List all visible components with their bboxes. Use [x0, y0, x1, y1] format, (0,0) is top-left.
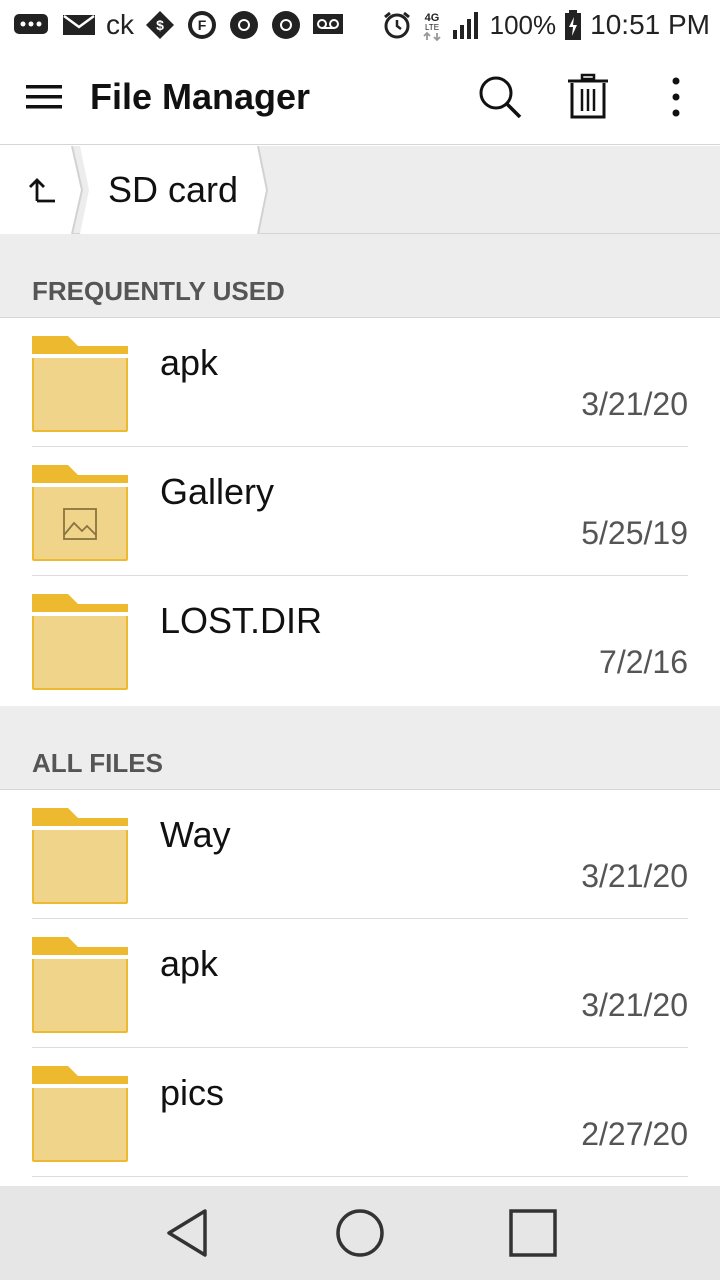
recents-button[interactable]: [483, 1186, 583, 1280]
svg-text:F: F: [198, 17, 207, 33]
search-button[interactable]: [456, 50, 544, 145]
file-date: 7/2/16: [599, 644, 688, 680]
chrome-icon: [270, 9, 302, 41]
svg-text:$: $: [156, 17, 164, 33]
folder-icon: [32, 808, 128, 904]
divider: [32, 1176, 688, 1177]
breadcrumb-current[interactable]: SD card: [108, 146, 238, 234]
back-icon: [166, 1209, 207, 1257]
file-name: Way: [160, 814, 231, 855]
message-icon: [12, 11, 52, 39]
svg-text:LTE: LTE: [425, 23, 439, 32]
file-name: apk: [160, 342, 219, 383]
app-bar: File Manager: [0, 50, 720, 145]
home-button[interactable]: [310, 1186, 410, 1280]
all-files-list: Way 3/21/20 apk 3/21/20 pics 2/27/20: [0, 790, 720, 1177]
more-options-button[interactable]: [632, 50, 720, 145]
folder-icon: [32, 1066, 128, 1162]
file-name: Gallery: [160, 471, 275, 512]
breadcrumb: SD card: [0, 146, 720, 234]
voicemail-icon: [312, 11, 344, 39]
carrier-text: ck: [106, 9, 134, 40]
folder-icon: [32, 594, 128, 690]
more-vert-icon: [672, 77, 680, 117]
section-header-all-files: ALL FILES: [0, 706, 720, 790]
list-item[interactable]: Gallery 5/25/19: [0, 447, 720, 576]
arrow-up-icon: [29, 178, 55, 203]
status-bar: ck $ F 4G LTE 100% 10:51 PM: [0, 0, 720, 50]
up-button[interactable]: [0, 146, 84, 234]
file-date: 3/21/20: [581, 386, 688, 422]
recents-icon: [509, 1209, 558, 1257]
list-item[interactable]: pics 2/27/20: [0, 1048, 720, 1177]
file-date: 2/27/20: [581, 1116, 688, 1152]
notification-icons: ck $ F: [12, 9, 344, 41]
delete-button[interactable]: [544, 50, 632, 145]
folder-icon: [32, 937, 128, 1033]
file-date: 3/21/20: [581, 987, 688, 1023]
list-item[interactable]: apk 3/21/20: [0, 919, 720, 1048]
file-name: LOST.DIR: [160, 600, 323, 641]
f-badge-icon: F: [186, 9, 218, 41]
signal-icon: [452, 10, 482, 40]
folder-icon: [32, 336, 128, 432]
network-type-icon: 4G LTE: [420, 9, 444, 41]
app-bar-actions: [456, 50, 720, 145]
app-title: File Manager: [90, 76, 311, 117]
file-date: 5/25/19: [581, 515, 688, 551]
menu-button[interactable]: [0, 50, 88, 145]
list-item[interactable]: Way 3/21/20: [0, 790, 720, 919]
section-title: ALL FILES: [32, 748, 163, 778]
mail-icon: [62, 12, 96, 38]
clock: 10:51 PM: [590, 9, 710, 40]
alarm-icon: [382, 10, 412, 40]
list-item[interactable]: apk 3/21/20: [0, 318, 720, 447]
tag-icon: $: [144, 9, 176, 41]
file-name: apk: [160, 943, 219, 984]
section-title: FREQUENTLY USED: [32, 276, 285, 306]
navigation-bar: [0, 1186, 720, 1280]
list-item[interactable]: LOST.DIR 7/2/16: [0, 576, 720, 705]
trash-icon: [568, 73, 608, 119]
battery-icon: [564, 9, 582, 41]
folder-image-icon: [32, 465, 128, 561]
back-button[interactable]: [137, 1186, 237, 1280]
file-date: 3/21/20: [581, 858, 688, 894]
section-header-frequently-used: FREQUENTLY USED: [0, 234, 720, 318]
hamburger-menu-icon: [26, 85, 62, 109]
search-icon: [479, 76, 522, 119]
chrome-icon: [228, 9, 260, 41]
system-icons: 4G LTE 100% 10:51 PM: [382, 9, 710, 41]
file-name: pics: [160, 1072, 225, 1113]
home-icon: [336, 1209, 384, 1257]
battery-percent: 100%: [489, 9, 557, 40]
frequently-used-list: apk 3/21/20 Gallery 5/25/19 LOST.DIR 7/2…: [0, 318, 720, 705]
